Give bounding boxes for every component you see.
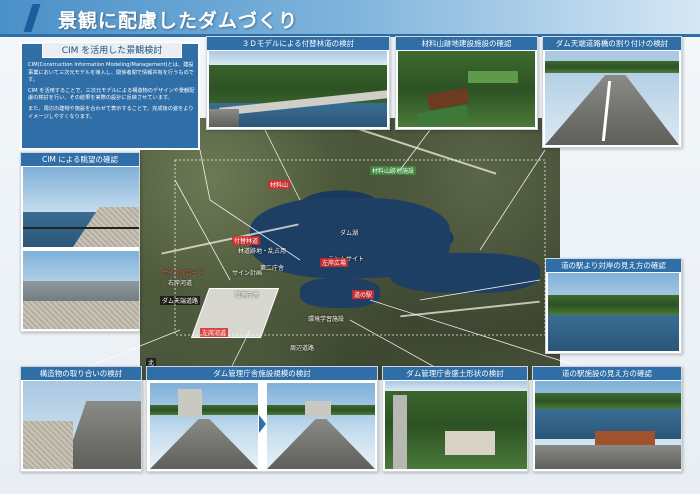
- panel-3d-model: ３Ｄモデルによる付替林道の検討: [206, 36, 390, 130]
- map-label-material-mountain: 材料山: [268, 180, 291, 189]
- map-label-station: 道の駅: [352, 290, 375, 299]
- intro-paragraph: CIM を活用することで、三次元モデルによる構造物のデザインや景観配慮の検討を行…: [28, 87, 195, 102]
- map-label-sign: サイン計画: [232, 270, 263, 277]
- panel-office-scale: ダム管理庁舎施設規模の検討: [146, 366, 378, 472]
- map-label-right-bank: 右岸河道: [168, 280, 193, 287]
- intro-paragraph: また、周辺の建物や施設を合わせて表示することで、完成後の姿をよりイメージしやすく…: [28, 105, 194, 120]
- panel-station-facility: 道の駅施設の見え方の確認: [532, 366, 682, 472]
- aerial-map: 材料山 材料山跡地施設 付替林道 林道跡地・乱占用 テントサイト サイクルロード…: [140, 118, 560, 380]
- panel-title: ダム管理庁舎施設規模の検討: [147, 367, 377, 380]
- panel-image: [23, 381, 141, 469]
- map-label-bicycle-road: サイクルロード: [162, 270, 204, 277]
- panel-title: 材料山跡地建設施設の確認: [396, 37, 537, 50]
- building: [178, 389, 202, 417]
- map-road: [343, 123, 497, 175]
- panel-material-site: 材料山跡地建設施設の確認: [395, 36, 538, 130]
- panel-station-view: 道の駅より対岸の見え方の確認: [545, 258, 682, 354]
- embankment: [445, 431, 495, 455]
- station-building: [595, 431, 655, 445]
- map-label-road-2b: 第二庁舎: [260, 265, 285, 272]
- crest-road: [545, 75, 679, 145]
- map-road: [400, 300, 540, 318]
- panel-image: [535, 381, 681, 469]
- panel-image: [209, 51, 387, 127]
- map-label-dam-lake: ダム湖: [340, 230, 359, 237]
- panel-image: [398, 51, 535, 127]
- panel-image-left: [150, 383, 258, 469]
- panel-image: [548, 273, 679, 351]
- panel-title: 構造物の取り合いの検討: [21, 367, 141, 380]
- page-title: 景観に配慮したダムづくり: [58, 10, 299, 32]
- panel-structure-match: 構造物の取り合いの検討: [20, 366, 142, 472]
- map-label-forest-road: 付替林道: [232, 236, 261, 245]
- map-label-spot-c: 周辺道路: [290, 345, 315, 352]
- panel-image-right: [267, 383, 375, 469]
- panel-image: [545, 51, 679, 145]
- building: [305, 401, 331, 417]
- intro-text: CIM(Construction Information Modeling/Ma…: [28, 62, 196, 124]
- map-label-left-area: 左岸広場: [320, 258, 349, 267]
- map-label-spot-b: 環境学習施設: [308, 316, 345, 323]
- panel-dam-road: ダム天端道路橋の割り付けの検討: [542, 36, 682, 148]
- panel-title: CIM による眺望の確認: [21, 153, 139, 166]
- map-label-material-site: 材料山跡地施設: [370, 166, 417, 175]
- intro-title: CIM を活用した景観検討: [42, 42, 182, 58]
- map-label-spot-a: 左岸河道: [200, 328, 229, 337]
- intro-paragraph: CIM(Construction Information Modeling/Ma…: [28, 62, 194, 84]
- reservoir-arm: [390, 253, 540, 293]
- panel-title: ダム管理庁舎盛土形状の検討: [383, 367, 527, 380]
- panel-title: ダム天端道路橋の割り付けの検討: [543, 37, 681, 50]
- railing: [23, 227, 139, 229]
- panel-title: ３Ｄモデルによる付替林道の検討: [207, 37, 389, 50]
- panel-title: 道の駅より対岸の見え方の確認: [546, 259, 681, 272]
- panel-office-embank: ダム管理庁舎盛土形状の検討: [382, 366, 528, 472]
- panel-title: 道の駅施設の見え方の確認: [533, 367, 681, 380]
- panel-cim-view: CIM による眺望の確認: [20, 152, 140, 332]
- header: 景観に配慮したダムづくり: [0, 0, 700, 40]
- panel-image-top: [23, 167, 139, 247]
- map-label-road-2: 林道跡地・乱占用: [238, 248, 287, 255]
- map-label-office: 管理庁舎: [235, 292, 260, 299]
- arrow-icon: [259, 415, 266, 433]
- panel-image-bottom: [23, 251, 139, 329]
- panel-image: [385, 381, 527, 469]
- intro-box: CIM を活用した景観検討 CIM(Construction Informati…: [20, 42, 200, 150]
- map-label-dam-crest: ダム天端道路: [160, 296, 201, 305]
